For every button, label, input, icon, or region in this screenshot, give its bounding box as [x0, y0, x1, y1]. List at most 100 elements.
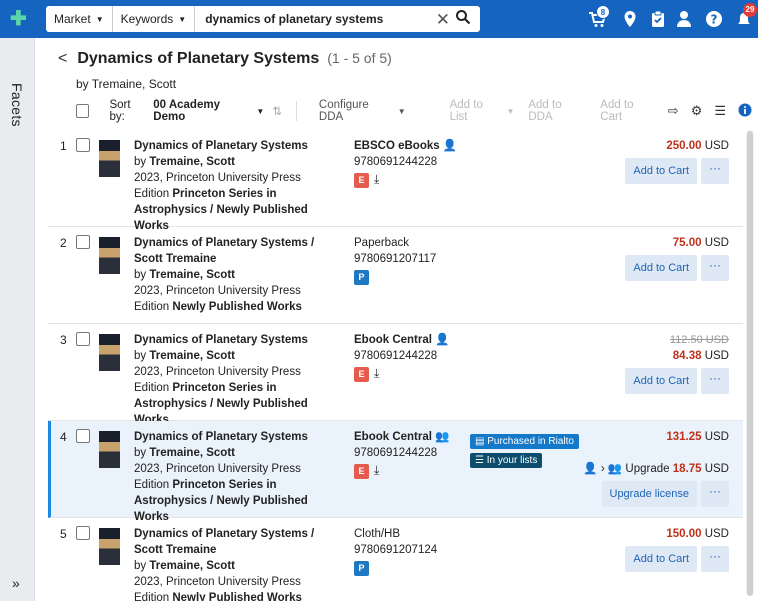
results-list: 1 Dynamics of Planetary Systems by Trema… — [48, 130, 743, 601]
list-icon: ☰ — [475, 455, 484, 466]
chevron-down-icon: ▼ — [95, 14, 104, 24]
isbn: 9780691244228 — [354, 350, 438, 362]
more-options-button[interactable]: ··· — [701, 546, 729, 572]
download-icon: ⤓ — [374, 366, 380, 380]
price: 250.00 — [666, 140, 702, 152]
book-title[interactable]: Dynamics of Planetary Systems — [134, 334, 308, 346]
single-user-icon: 👤 — [442, 140, 458, 152]
edition: Newly Published Works — [172, 301, 302, 313]
format-info: Cloth/HB 9780691207124 P — [354, 526, 437, 576]
row-checkbox[interactable] — [76, 138, 90, 152]
by-label: by — [134, 447, 150, 459]
book-author[interactable]: Tremaine, Scott — [149, 156, 235, 168]
add-to-cart-button[interactable]: Add to Cart — [600, 99, 655, 123]
single-user-icon: 👤 — [435, 334, 450, 346]
print-tag: P — [354, 561, 369, 576]
sort-dropdown[interactable]: 00 Academy Demo — [153, 99, 250, 123]
book-author[interactable]: Tremaine, Scott — [149, 269, 235, 281]
more-options-button[interactable]: ··· — [701, 158, 729, 184]
format-name: Ebook Central — [354, 334, 432, 346]
price: 150.00 — [666, 528, 702, 540]
row-checkbox[interactable] — [76, 235, 90, 249]
select-all-checkbox[interactable] — [76, 104, 90, 118]
book-author[interactable]: Tremaine, Scott — [149, 447, 235, 459]
export-icon[interactable]: ⇨ — [668, 103, 679, 119]
toolbar: Sort by: 00 Academy Demo ▼ ⇅ Configure D… — [76, 99, 752, 123]
scope-dropdown[interactable]: Market ▼ — [46, 6, 113, 32]
field-dropdown[interactable]: Keywords ▼ — [113, 6, 196, 32]
gear-icon[interactable]: ⚙ — [691, 103, 703, 119]
result-row-selected[interactable]: 4 Dynamics of Planetary Systems by Trema… — [48, 421, 743, 523]
book-info: Dynamics of Planetary Systems by Tremain… — [134, 138, 339, 234]
add-to-cart-button[interactable]: Add to Cart — [625, 368, 697, 394]
book-author[interactable]: Tremaine, Scott — [149, 350, 235, 362]
row-checkbox[interactable] — [76, 429, 90, 443]
add-to-list-button[interactable]: Add to List — [450, 99, 502, 123]
row-number: 5 — [60, 527, 67, 541]
add-to-cart-button[interactable]: Add to Cart — [625, 546, 697, 572]
close-icon[interactable]: ✕ — [436, 10, 450, 30]
print-tag: P — [354, 270, 369, 285]
add-to-cart-button[interactable]: Add to Cart — [625, 158, 697, 184]
user-icon[interactable] — [674, 10, 694, 33]
by-label: by — [134, 350, 150, 362]
format-name: Paperback — [354, 237, 409, 249]
map-pin-icon[interactable] — [620, 10, 640, 33]
scrollbar-thumb[interactable] — [747, 131, 753, 596]
book-cover[interactable] — [99, 528, 120, 565]
more-options-button[interactable]: ··· — [701, 368, 729, 394]
back-icon[interactable]: < — [58, 50, 67, 68]
clipboard-check-icon[interactable] — [648, 10, 668, 33]
row-number: 1 — [60, 139, 67, 153]
upgrade-license-button[interactable]: Upgrade license — [601, 481, 697, 507]
binoculars-plus-icon[interactable]: ✚ — [10, 9, 32, 29]
edition-label: Edition — [134, 592, 173, 601]
sort-order-icon[interactable]: ⇅ — [272, 104, 282, 118]
single-user-icon: 👤 — [583, 463, 598, 475]
help-icon[interactable]: ? — [704, 10, 724, 33]
book-cover[interactable] — [99, 237, 120, 274]
result-row[interactable]: 5 Dynamics of Planetary Systems / Scott … — [48, 518, 743, 601]
result-row[interactable]: 2 Dynamics of Planetary Systems / Scott … — [48, 227, 743, 324]
currency: USD — [701, 350, 729, 362]
edition-label: Edition — [134, 479, 173, 491]
notifications-badge: 29 — [743, 3, 757, 17]
isbn: 9780691244228 — [354, 447, 438, 459]
more-options-button[interactable]: ··· — [701, 481, 729, 507]
publisher: 2023, Princeton University Press — [134, 576, 301, 588]
add-to-dda-button[interactable]: Add to DDA — [528, 99, 586, 123]
book-title[interactable]: Dynamics of Planetary Systems / Scott Tr… — [134, 237, 314, 265]
row-checkbox[interactable] — [76, 526, 90, 540]
search-icon[interactable] — [455, 9, 471, 30]
download-icon: ⤓ — [374, 172, 380, 186]
book-info: Dynamics of Planetary Systems by Tremain… — [134, 332, 339, 428]
add-to-cart-button[interactable]: Add to Cart — [625, 255, 697, 281]
info-icon[interactable] — [738, 103, 752, 120]
arrow-right-icon: › — [600, 463, 605, 475]
more-options-button[interactable]: ··· — [701, 255, 729, 281]
columns-icon[interactable]: ☰ — [714, 103, 726, 119]
format-info: EBSCO eBooks 👤 9780691244228 E ⤓ — [354, 138, 457, 188]
original-price: 112.50 USD — [669, 334, 729, 346]
chevron-down-icon: ▼ — [506, 106, 515, 116]
row-number: 4 — [60, 430, 67, 444]
result-row[interactable]: 3 Dynamics of Planetary Systems by Trema… — [48, 324, 743, 426]
book-info: Dynamics of Planetary Systems / Scott Tr… — [134, 235, 339, 315]
edition-label: Edition — [134, 382, 173, 394]
book-title[interactable]: Dynamics of Planetary Systems — [134, 140, 308, 152]
result-row[interactable]: 1 Dynamics of Planetary Systems by Trema… — [48, 130, 743, 232]
configure-dda-dropdown[interactable]: Configure DDA — [319, 99, 393, 123]
book-author[interactable]: Tremaine, Scott — [149, 560, 235, 572]
book-title[interactable]: Dynamics of Planetary Systems / Scott Tr… — [134, 528, 314, 556]
facets-toggle[interactable]: Facets — [9, 83, 25, 127]
edition-label: Edition — [134, 188, 173, 200]
row-checkbox[interactable] — [76, 332, 90, 346]
book-cover[interactable] — [99, 140, 120, 177]
in-lists-badge[interactable]: ☰ In your lists — [470, 453, 543, 468]
book-cover[interactable] — [99, 334, 120, 371]
expand-icon[interactable]: » — [12, 575, 20, 591]
upgrade-info: 👤 › 👥 Upgrade 18.75 USD — [583, 461, 729, 477]
book-cover[interactable] — [99, 431, 120, 468]
purchased-badge[interactable]: ▤ Purchased in Rialto — [470, 434, 579, 449]
book-title[interactable]: Dynamics of Planetary Systems — [134, 431, 308, 443]
